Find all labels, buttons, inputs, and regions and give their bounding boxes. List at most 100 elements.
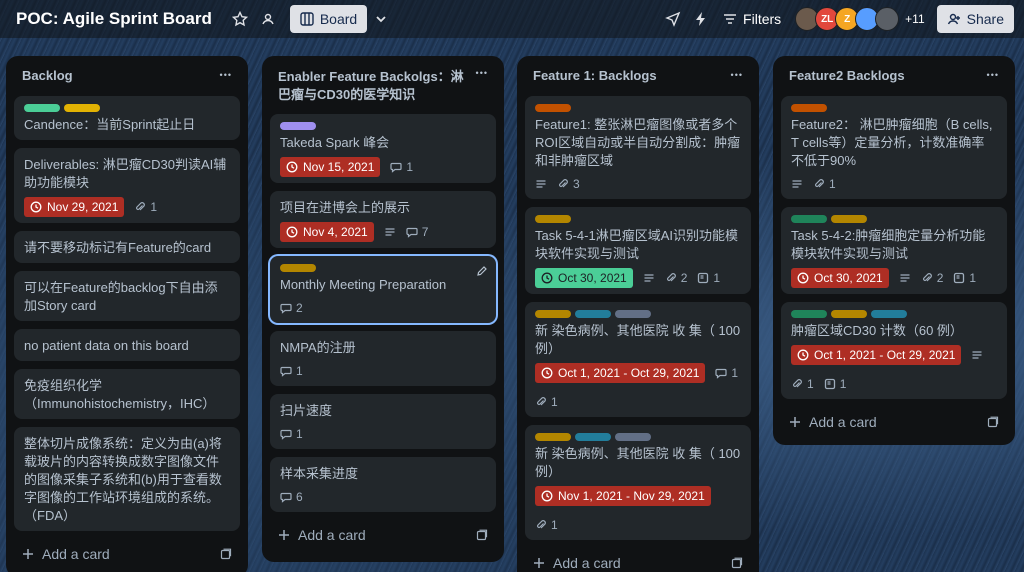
list-title[interactable]: Enabler Feature Backolgs：淋巴瘤与CD30的医学知识 — [278, 68, 476, 104]
card[interactable]: Candence：当前Sprint起止日 — [14, 96, 240, 140]
attachments-badge: 2 — [665, 269, 687, 287]
due-date-badge[interactable]: Oct 1, 2021 - Oct 29, 2021 — [791, 345, 962, 365]
due-date-badge[interactable]: Nov 1, 2021 - Nov 29, 2021 — [535, 486, 711, 506]
more-icon[interactable]: ••• — [220, 70, 232, 80]
card[interactable]: Feature2： 淋巴肿瘤细胞（B cells, T cells等）定量分析，… — [781, 96, 1007, 199]
card-template-icon[interactable] — [731, 557, 743, 569]
due-date-badge[interactable]: Oct 1, 2021 - Oct 29, 2021 — [535, 363, 706, 383]
card[interactable]: 整体切片成像系统：定义为由(a)将载玻片的内容转换成数字图像文件的图像采集子系统… — [14, 427, 240, 531]
card[interactable]: 新 染色病例、其他医院 收 集（ 100 例） Oct 1, 2021 - Oct… — [525, 302, 751, 417]
due-date-text: Nov 15, 2021 — [303, 160, 375, 174]
card-label[interactable] — [535, 215, 571, 223]
card[interactable]: 新 染色病例、其他医院 收 集（ 100 例） Nov 1, 2021 - Nov… — [525, 425, 751, 540]
power-ups-icon[interactable] — [659, 5, 687, 33]
card-label[interactable] — [575, 310, 611, 318]
card-title: 扫片速度 — [280, 403, 333, 418]
avatar[interactable] — [875, 7, 900, 31]
due-date-badge[interactable]: Nov 4, 2021 — [280, 222, 374, 242]
card-label[interactable] — [24, 104, 60, 112]
due-date-badge[interactable]: Oct 30, 2021 — [535, 268, 633, 288]
card-label[interactable] — [535, 104, 571, 112]
card[interactable]: Deliverables: 淋巴瘤CD30判读AI辅助功能模块 Nov 29, 2… — [14, 148, 240, 223]
card-label[interactable] — [791, 310, 827, 318]
card-label[interactable] — [535, 433, 571, 441]
card[interactable]: Takeda Spark 峰会 Nov 15, 2021 1 — [270, 114, 496, 183]
card[interactable]: 肿瘤区域CD30 计数（60 例） Oct 1, 2021 - Oct 29, 2… — [781, 302, 1007, 399]
comments-badge: 1 — [715, 364, 738, 382]
list-title[interactable]: Feature2 Backlogs — [789, 67, 905, 85]
attachments-count: 1 — [807, 377, 814, 391]
list-title[interactable]: Backlog — [22, 67, 73, 85]
checklist-badge: 1 — [697, 269, 720, 287]
card[interactable]: 可以在Feature的backlog下自由添加Story card — [14, 271, 240, 321]
board-view-button[interactable]: Board — [289, 5, 368, 33]
description-icon — [643, 272, 655, 284]
card-label[interactable] — [791, 104, 827, 112]
due-date-badge[interactable]: Nov 29, 2021 — [24, 197, 125, 217]
due-date-badge[interactable]: Nov 15, 2021 — [280, 157, 381, 177]
more-icon[interactable]: ••• — [476, 68, 488, 78]
card-label[interactable] — [791, 215, 827, 223]
card[interactable]: Task 5-4-2:肿瘤细胞定量分析功能模块软件实现与测试 Oct 30, 20… — [781, 207, 1007, 294]
add-card-button[interactable]: Add a card — [533, 555, 621, 571]
card[interactable]: no patient data on this board — [14, 329, 240, 361]
due-date-badge[interactable]: Oct 30, 2021 — [791, 268, 889, 288]
card-badges: Nov 1, 2021 - Nov 29, 2021 1 — [535, 486, 741, 534]
automation-icon[interactable] — [687, 5, 715, 33]
board-members[interactable]: ZL Z — [795, 7, 900, 31]
card[interactable]: Feature1: 整张淋巴瘤图像或者多个ROI区域自动或半自动分割成：肿瘤和非… — [525, 96, 751, 199]
card-template-icon[interactable] — [220, 548, 232, 560]
star-icon[interactable] — [226, 5, 254, 33]
card-label[interactable] — [831, 310, 867, 318]
visibility-icon[interactable] — [254, 5, 282, 33]
add-card-button[interactable]: Add a card — [278, 527, 366, 543]
card[interactable]: NMPA的注册 1 — [270, 331, 496, 386]
comments-count: 6 — [296, 490, 303, 504]
plus-icon — [789, 416, 801, 428]
list-title[interactable]: Feature 1: Backlogs — [533, 67, 657, 85]
card-badges: 1 — [791, 175, 997, 193]
card-label[interactable] — [831, 215, 867, 223]
due-date-text: Oct 30, 2021 — [814, 271, 883, 285]
edit-icon[interactable] — [476, 264, 488, 282]
card-label[interactable] — [615, 310, 651, 318]
card-label[interactable] — [280, 264, 316, 272]
card-labels — [535, 433, 741, 441]
card-template-icon[interactable] — [987, 416, 999, 428]
card-title: 请不要移动标记有Feature的card — [24, 240, 212, 255]
card-label[interactable] — [575, 433, 611, 441]
card-template-icon[interactable] — [476, 529, 488, 541]
description-icon — [384, 226, 396, 238]
card[interactable]: 免疫组织化学（Immunohistochemistry，IHC） — [14, 369, 240, 419]
card-title: Monthly Meeting Preparation — [280, 277, 447, 292]
card[interactable]: 请不要移动标记有Feature的card — [14, 231, 240, 263]
filters-button[interactable]: Filters — [715, 5, 789, 33]
add-card-button[interactable]: Add a card — [22, 546, 110, 562]
checklist-badge: 1 — [824, 375, 846, 393]
board-title[interactable]: POC: Agile Sprint Board — [16, 9, 212, 29]
card-label[interactable] — [64, 104, 100, 112]
add-card-button[interactable]: Add a card — [789, 414, 877, 430]
due-date-text: Oct 1, 2021 - Oct 29, 2021 — [814, 348, 956, 362]
card[interactable]: 扫片速度 1 — [270, 394, 496, 449]
card-label[interactable] — [871, 310, 907, 318]
card-label[interactable] — [280, 122, 316, 130]
checklist-badge: 1 — [953, 269, 976, 287]
chevron-down-icon[interactable] — [367, 5, 395, 33]
card[interactable]: 项目在进博会上的展示 Nov 4, 2021 7 — [270, 191, 496, 248]
card[interactable]: Task 5-4-1淋巴瘤区域AI识别功能模块软件实现与测试 Oct 30, 20… — [525, 207, 751, 294]
card[interactable]: 样本采集进度 6 — [270, 457, 496, 512]
card-labels — [535, 104, 741, 112]
card-label[interactable] — [615, 433, 651, 441]
more-icon[interactable]: ••• — [987, 70, 999, 80]
card-badges: 1 — [280, 362, 486, 380]
card-title: Deliverables: 淋巴瘤CD30判读AI辅助功能模块 — [24, 157, 227, 190]
more-icon[interactable]: ••• — [731, 70, 743, 80]
comments-badge: 2 — [280, 299, 303, 317]
card-label[interactable] — [535, 310, 571, 318]
clock-icon — [797, 349, 809, 361]
more-members-count[interactable]: +11 — [905, 12, 924, 26]
card-title: 肿瘤区域CD30 计数（60 例） — [791, 323, 963, 338]
share-button[interactable]: Share — [936, 5, 1014, 33]
card[interactable]: Monthly Meeting Preparation 2 — [270, 256, 496, 323]
